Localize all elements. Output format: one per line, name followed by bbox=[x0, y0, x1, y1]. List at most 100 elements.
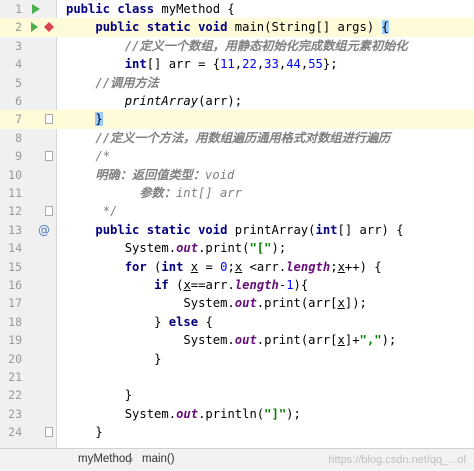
matched-brace: } bbox=[95, 112, 103, 127]
comment: */ bbox=[102, 204, 118, 219]
code-text: System. bbox=[183, 333, 235, 348]
variable: x bbox=[337, 296, 345, 311]
code-text: }; bbox=[322, 57, 338, 72]
run-icon[interactable] bbox=[30, 18, 42, 36]
comment: void bbox=[205, 167, 235, 182]
code-line[interactable]: 10 明确：返回值类型：void bbox=[0, 166, 474, 184]
code-line[interactable]: 24 } bbox=[0, 423, 474, 441]
method-signature: printArray( bbox=[227, 222, 316, 237]
code-line[interactable]: 1 public class myMethod { bbox=[0, 0, 474, 18]
number-literal: 1 bbox=[286, 278, 294, 292]
code-line[interactable]: 17 System.out.print(arr[x]); bbox=[0, 294, 474, 312]
breadcrumb-method[interactable]: main() bbox=[142, 453, 175, 465]
keyword: public static void bbox=[95, 222, 228, 237]
code-text: { bbox=[198, 314, 213, 329]
keyword: int bbox=[161, 259, 184, 274]
code-text: [] arr = { bbox=[146, 57, 221, 72]
code-line[interactable]: 16 if (x==arr.length-1){ bbox=[0, 276, 474, 294]
code-text: ( bbox=[168, 278, 184, 292]
code-line[interactable]: 3 //定义一个数组，用静态初始化完成数组元素初始化 bbox=[0, 37, 474, 55]
line-number: 6 bbox=[15, 94, 22, 108]
code-text: .print(arr[ bbox=[256, 333, 338, 348]
fold-icon[interactable] bbox=[43, 202, 55, 220]
comment: 参数： bbox=[139, 186, 176, 200]
line-number: 7 bbox=[15, 112, 22, 127]
string-literal: "]" bbox=[264, 406, 287, 421]
code-line[interactable]: 13 @ public static void printArray(int[]… bbox=[0, 221, 474, 239]
keyword: public static void bbox=[95, 20, 228, 35]
code-editor[interactable]: 1 public class myMethod { 2 public stati… bbox=[0, 0, 474, 448]
code-line[interactable]: 23 System.out.println("]"); bbox=[0, 405, 474, 423]
number-literal: 44 bbox=[286, 57, 301, 72]
line-number: 22 bbox=[8, 388, 22, 403]
line-number: 4 bbox=[15, 57, 22, 72]
code-line[interactable]: 8 //定义一个方法，用数组遍历通用格式对数组进行遍历 bbox=[0, 129, 474, 147]
line-number: 17 bbox=[8, 296, 22, 311]
number-literal: 22 bbox=[242, 57, 257, 72]
code-line[interactable]: 2 public static void main(String[] args)… bbox=[0, 18, 474, 37]
fold-icon[interactable] bbox=[43, 423, 55, 441]
code-line[interactable]: 6 printArray(arr); bbox=[0, 92, 474, 110]
code-line[interactable]: 15 for (int x = 0;x <arr.length;x++) { bbox=[0, 258, 474, 276]
line-number: 16 bbox=[8, 278, 22, 292]
code-text: } bbox=[95, 425, 103, 440]
code-text: System. bbox=[124, 241, 177, 256]
static-field: out bbox=[234, 333, 257, 348]
code-text: } bbox=[124, 388, 133, 403]
keyword: public class bbox=[66, 2, 155, 16]
comment: /* bbox=[95, 149, 111, 164]
variable: x bbox=[190, 259, 199, 274]
breakpoint-icon[interactable] bbox=[43, 18, 55, 36]
code-line[interactable]: 9 /* bbox=[0, 147, 474, 165]
variable: x bbox=[183, 278, 191, 292]
code-text: System. bbox=[124, 406, 177, 421]
line-number: 5 bbox=[15, 75, 22, 90]
code-text: ; bbox=[227, 259, 235, 274]
code-line[interactable]: 12 */ bbox=[0, 202, 474, 220]
code-text: ); bbox=[271, 241, 287, 256]
field: length bbox=[234, 278, 279, 292]
at-sign-icon[interactable]: @ bbox=[38, 221, 50, 239]
code-line[interactable]: 22 } bbox=[0, 386, 474, 404]
chevron-right-icon: 〉 bbox=[128, 455, 140, 467]
line-number: 15 bbox=[8, 259, 22, 274]
variable: x bbox=[337, 259, 345, 274]
code-line[interactable]: 4 int[] arr = {11,22,33,44,55}; bbox=[0, 55, 474, 73]
code-text: } bbox=[154, 351, 162, 366]
code-line[interactable]: 14 System.out.print("["); bbox=[0, 239, 474, 257]
class-name: myMethod { bbox=[154, 2, 235, 16]
code-text: ++) { bbox=[344, 259, 382, 274]
code-line[interactable]: 21 bbox=[0, 368, 474, 386]
line-number: 18 bbox=[8, 314, 22, 329]
line-number: 24 bbox=[8, 425, 22, 440]
breadcrumb-bar: myMethod 〉 main() https://blog.csdn.net/… bbox=[0, 448, 474, 471]
code-text: <arr. bbox=[242, 259, 287, 274]
string-literal: "," bbox=[359, 333, 382, 348]
keyword: int bbox=[124, 57, 147, 72]
line-number: 14 bbox=[8, 241, 22, 256]
breadcrumb-class[interactable]: myMethod bbox=[78, 453, 132, 465]
code-line[interactable]: 18 } else { bbox=[0, 313, 474, 331]
comment: //调用方法 bbox=[95, 75, 159, 90]
code-line[interactable]: 5 //调用方法 bbox=[0, 74, 474, 92]
code-line[interactable]: 7 } bbox=[0, 110, 474, 129]
run-icon[interactable] bbox=[30, 0, 42, 18]
fold-icon[interactable] bbox=[43, 147, 55, 165]
code-line[interactable]: 19 System.out.print(arr[x]+","); bbox=[0, 331, 474, 349]
line-number: 1 bbox=[15, 2, 22, 16]
line-number: 13 bbox=[8, 222, 22, 237]
number-literal: 55 bbox=[308, 57, 323, 72]
line-number: 23 bbox=[8, 406, 22, 421]
code-line[interactable]: 11 参数：int[] arr bbox=[0, 184, 474, 202]
static-field: out bbox=[176, 406, 199, 421]
fold-icon[interactable] bbox=[43, 110, 55, 128]
code-text: ]+ bbox=[344, 333, 360, 348]
code-text: .print( bbox=[198, 241, 250, 256]
code-text: ); bbox=[286, 406, 301, 421]
method-call: printArray bbox=[124, 94, 199, 108]
line-number: 9 bbox=[15, 149, 22, 164]
code-line[interactable]: 20 } bbox=[0, 350, 474, 368]
comment: 明确：返回值类型： bbox=[95, 167, 206, 182]
line-number: 11 bbox=[8, 186, 22, 200]
